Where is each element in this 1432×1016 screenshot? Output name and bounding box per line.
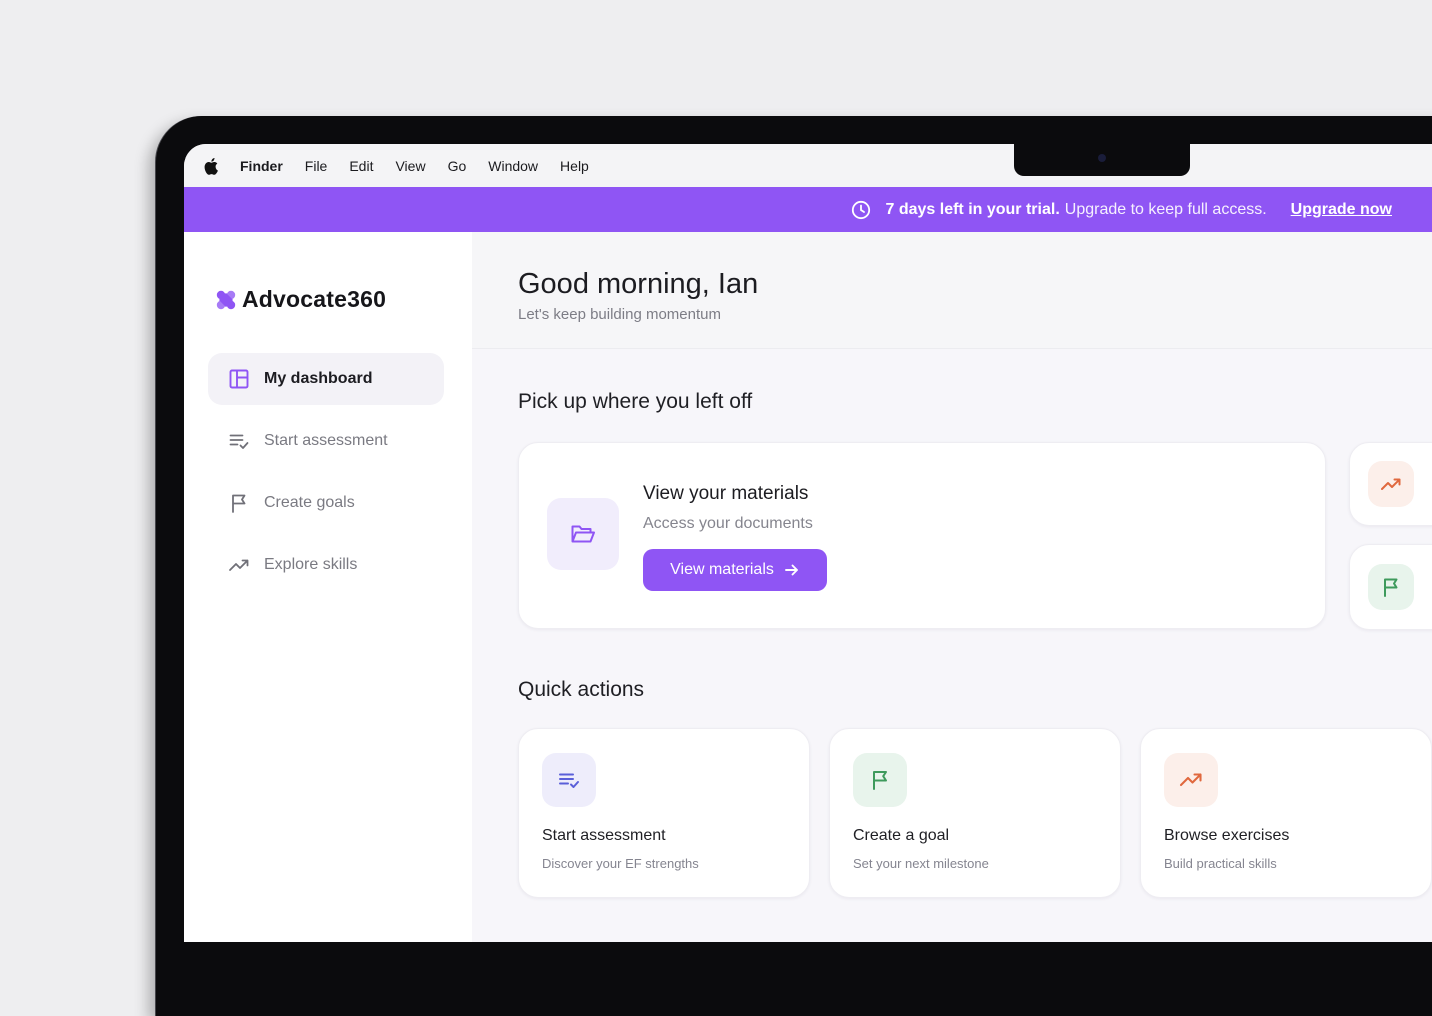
- trial-banner: 7 days left in your trial. Upgrade to ke…: [184, 187, 1432, 232]
- sidebar: Advocate360 My dashboard Start assessmen…: [184, 232, 472, 942]
- sidebar-item-label: My dashboard: [264, 370, 373, 387]
- exercises-icon-tile: [1164, 753, 1218, 807]
- sidebar-item-label: Create goals: [264, 494, 355, 511]
- sidebar-item-create-goals[interactable]: Create goals: [208, 477, 444, 529]
- quick-action-title: Start assessment: [542, 827, 666, 844]
- checklist-icon: [559, 773, 579, 788]
- main-content: Good morning, Ian Let's keep building mo…: [472, 232, 1432, 942]
- goal-icon-tile: [853, 753, 907, 807]
- quick-action-browse-exercises[interactable]: Browse exercises Build practical skills: [1140, 728, 1432, 898]
- view-materials-button[interactable]: View materials: [643, 549, 827, 591]
- quick-action-subtitle: Set your next milestone: [853, 856, 989, 871]
- goals-icon-tile: [1368, 564, 1414, 610]
- materials-card-subtitle: Access your documents: [643, 515, 813, 532]
- logo-mark-icon: [216, 290, 236, 309]
- trending-up-icon: [1179, 773, 1202, 787]
- view-materials-button-label: View materials: [670, 561, 774, 578]
- camera-dot: [1098, 154, 1106, 162]
- folder-open-icon: [571, 525, 595, 543]
- page-header: Good morning, Ian Let's keep building mo…: [472, 232, 1432, 349]
- assessment-icon-tile: [542, 753, 596, 807]
- view-materials-card: View your materials Access your document…: [518, 442, 1326, 629]
- upgrade-now-link[interactable]: Upgrade now: [1291, 201, 1392, 219]
- apple-icon[interactable]: [204, 157, 220, 175]
- menu-finder[interactable]: Finder: [240, 158, 283, 174]
- skills-icon-tile: [1368, 461, 1414, 507]
- flag-icon: [873, 771, 887, 790]
- menu-go[interactable]: Go: [448, 158, 467, 174]
- quick-action-subtitle: Build practical skills: [1164, 856, 1277, 871]
- materials-icon-tile: [547, 498, 619, 570]
- menu-view[interactable]: View: [395, 158, 425, 174]
- menu-help[interactable]: Help: [560, 158, 589, 174]
- menu-edit[interactable]: Edit: [349, 158, 373, 174]
- menu-bar: Finder File Edit View Go Window Help: [184, 144, 1432, 187]
- logo-text: Advocate360: [242, 286, 387, 312]
- trending-up-icon: [229, 559, 249, 571]
- dashboard-icon: [229, 369, 249, 389]
- trial-days-left: 7 days left in your trial.: [885, 200, 1060, 218]
- camera-notch: [1014, 144, 1190, 176]
- logo[interactable]: Advocate360: [216, 286, 386, 313]
- greeting-title: Good morning, Ian: [518, 268, 759, 300]
- checklist-icon: [229, 434, 249, 449]
- quick-action-subtitle: Discover your EF strengths: [542, 856, 699, 871]
- quick-action-create-goal[interactable]: Create a goal Set your next milestone: [829, 728, 1121, 898]
- sidebar-item-label: Start assessment: [264, 432, 388, 449]
- sidebar-item-my-dashboard[interactable]: My dashboard: [208, 353, 444, 405]
- quick-actions-title: Quick actions: [518, 678, 645, 701]
- arrow-right-icon: [784, 564, 798, 576]
- trending-up-icon: [1381, 478, 1401, 490]
- quick-action-title: Create a goal: [853, 827, 950, 844]
- resume-section-title: Pick up where you left off: [518, 390, 753, 413]
- menu-window[interactable]: Window: [488, 158, 538, 174]
- quick-action-title: Browse exercises: [1164, 827, 1290, 844]
- menu-file[interactable]: File: [305, 158, 328, 174]
- sidebar-item-explore-skills[interactable]: Explore skills: [208, 539, 444, 591]
- clock-icon: [852, 200, 871, 219]
- side-card-goals[interactable]: [1349, 544, 1432, 630]
- greeting-subtitle: Let's keep building momentum: [518, 306, 721, 323]
- trial-message: Upgrade to keep full access.: [1064, 200, 1267, 218]
- flag-icon: [1384, 578, 1398, 597]
- materials-card-title: View your materials: [643, 483, 809, 504]
- flag-icon: [232, 494, 246, 513]
- quick-action-start-assessment[interactable]: Start assessment Discover your EF streng…: [518, 728, 810, 898]
- screen: Finder File Edit View Go Window Help 7 d…: [184, 144, 1432, 942]
- side-card-skills[interactable]: [1349, 442, 1432, 526]
- sidebar-item-start-assessment[interactable]: Start assessment: [208, 415, 444, 467]
- sidebar-item-label: Explore skills: [264, 556, 358, 573]
